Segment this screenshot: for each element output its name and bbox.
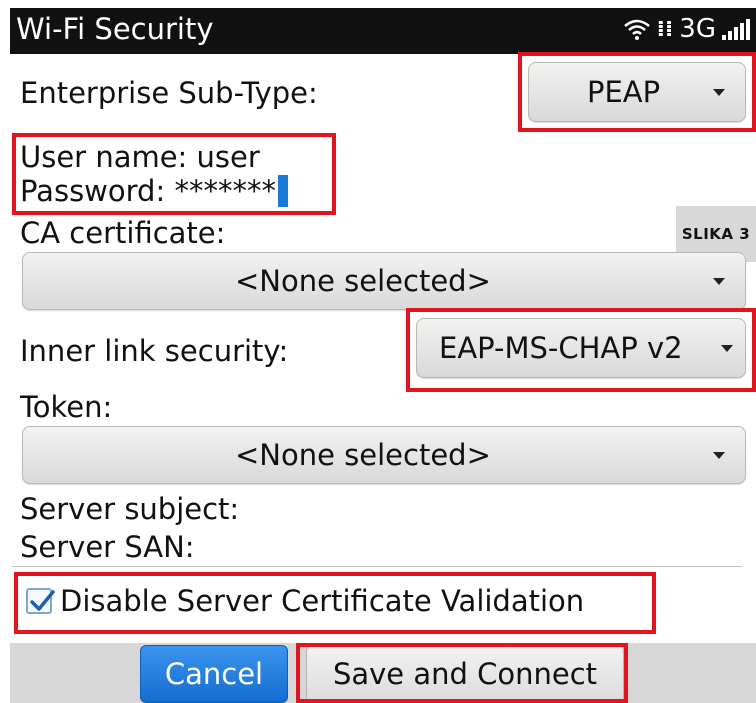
slika-text: SLIKA 3	[681, 225, 751, 243]
server-subject-label: Server subject:	[20, 492, 240, 526]
network-type: 3G	[679, 14, 716, 44]
window-title: Wi-Fi Security	[16, 12, 214, 46]
chevron-down-icon	[713, 452, 725, 459]
signal-icon	[722, 18, 750, 40]
title-bar: Wi-Fi Security ⁞⁞ 3G	[10, 8, 756, 54]
status-indicators: ⁞⁞ 3G	[623, 14, 750, 44]
chevron-down-icon	[713, 278, 725, 285]
wifi-icon	[623, 19, 650, 40]
bbm-icon: ⁞⁞	[656, 16, 674, 42]
ca-certificate-value: <None selected>	[235, 264, 491, 298]
highlight-box-inner-link	[406, 308, 756, 392]
inner-link-security-label: Inner link security:	[20, 334, 289, 368]
token-value: <None selected>	[235, 438, 491, 472]
server-san-label: Server SAN:	[20, 530, 195, 564]
highlight-box-validation	[14, 572, 656, 634]
highlight-box-credentials	[12, 133, 336, 215]
highlight-box-subtype	[518, 52, 756, 132]
token-label: Token:	[20, 390, 113, 424]
enterprise-subtype-label: Enterprise Sub-Type:	[20, 76, 318, 110]
section-divider	[12, 566, 742, 567]
ca-certificate-dropdown[interactable]: <None selected>	[22, 252, 746, 310]
ca-certificate-label: CA certificate:	[20, 216, 226, 250]
cancel-button[interactable]: Cancel	[140, 645, 288, 703]
token-dropdown[interactable]: <None selected>	[22, 426, 746, 484]
highlight-box-save	[296, 643, 628, 703]
